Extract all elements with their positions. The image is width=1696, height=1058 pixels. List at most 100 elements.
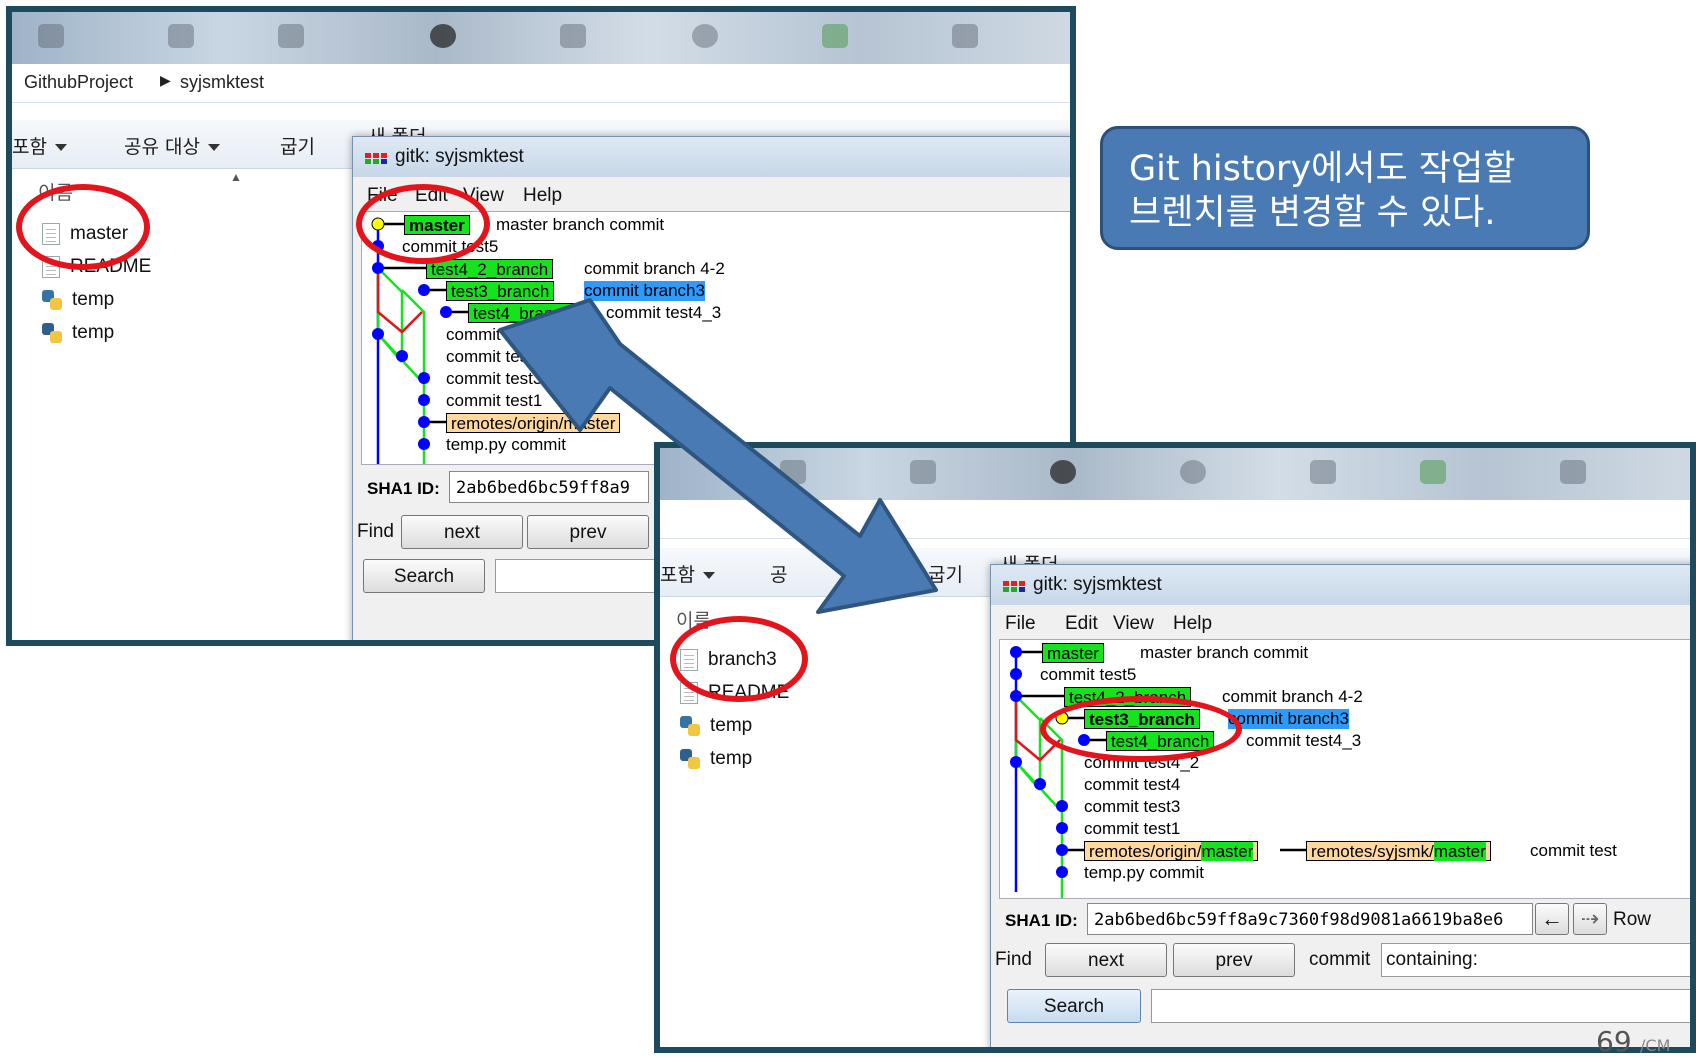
page-number-suffix: /CM	[1640, 1036, 1671, 1055]
row-label: Row	[1613, 909, 1652, 930]
commit-dot	[372, 262, 384, 274]
menu-edit[interactable]: Edit	[1065, 613, 1098, 635]
branch-tag-master[interactable]: master	[1042, 643, 1104, 663]
commit-dot	[1056, 844, 1068, 856]
page-number: 69	[1596, 1025, 1632, 1058]
blurred-titlebar	[660, 448, 1690, 500]
highlight-ellipse-master-branch	[356, 184, 490, 264]
next-button[interactable]: next	[401, 515, 523, 549]
commit-label: commit	[1309, 949, 1371, 970]
commit-message[interactable]: master branch commit	[496, 215, 664, 235]
next-button[interactable]: next	[1045, 943, 1167, 977]
find-label: Find	[357, 521, 394, 542]
search-input[interactable]	[1151, 989, 1690, 1023]
commit-message[interactable]: temp.py commit	[446, 435, 566, 455]
sha1-field[interactable]: 2ab6bed6bc59ff8a9	[449, 471, 649, 503]
sha1-field[interactable]: 2ab6bed6bc59ff8a9c7360f98d9081a6619ba8e6	[1087, 903, 1533, 935]
search-input[interactable]	[495, 559, 655, 593]
menu-help[interactable]: Help	[1173, 613, 1212, 635]
commit-dot	[1010, 668, 1022, 680]
search-button[interactable]: Search	[1007, 989, 1141, 1023]
remote-tag-syjsmk-master[interactable]: remotes/syjsmk/master	[1306, 841, 1491, 861]
list-item[interactable]: temp	[42, 286, 114, 314]
find-label: Find	[995, 949, 1032, 970]
commit-message[interactable]: commit test1	[1084, 819, 1180, 839]
commit-dot	[418, 394, 430, 406]
commit-message-highlighted[interactable]: commit branch3	[584, 281, 705, 301]
branch-tag-test4-2[interactable]: test4_2_branch	[426, 259, 554, 279]
commit-dot	[1010, 756, 1022, 768]
highlight-ellipse-master-file	[16, 184, 150, 270]
commit-message[interactable]: commit test3	[1084, 797, 1180, 817]
commit-message[interactable]: commit test4	[1084, 775, 1180, 795]
python-file-icon	[42, 289, 62, 310]
commit-message[interactable]: commit test4_3	[606, 303, 721, 323]
gitk-app-icon	[1003, 581, 1025, 593]
prev-button[interactable]: prev	[527, 515, 649, 549]
forward-arrow-button[interactable]: ⇢	[1573, 903, 1607, 935]
toolbar-include-button[interactable]: 포함	[660, 560, 715, 587]
find-type-select[interactable]: containing:	[1381, 943, 1690, 977]
list-item[interactable]: temp	[680, 745, 752, 773]
highlight-ellipse-test3-branch	[1040, 696, 1242, 762]
commit-message[interactable]: commit test3	[446, 369, 542, 389]
menu-help[interactable]: Help	[523, 185, 562, 207]
commit-dot	[1010, 690, 1022, 702]
toolbar-share-button[interactable]: 공유 대상	[124, 132, 220, 159]
commit-message[interactable]: temp.py commit	[1084, 863, 1204, 883]
commit-message[interactable]: commit test	[1530, 841, 1617, 861]
commit-message[interactable]: commit test1	[446, 391, 542, 411]
commit-message[interactable]: commit branch 4-2	[584, 259, 725, 279]
prev-button[interactable]: prev	[1173, 943, 1295, 977]
commit-dot	[418, 438, 430, 450]
commit-dot	[440, 306, 452, 318]
breadcrumb-item[interactable]: syjsmktest	[180, 72, 264, 93]
menu-file[interactable]: File	[1005, 613, 1036, 635]
commit-message[interactable]: commit test5	[1040, 665, 1136, 685]
toolbar-include-button[interactable]: 포함	[12, 132, 67, 159]
commit-dot	[418, 284, 430, 296]
branch-tag-test3[interactable]: test3_branch	[446, 281, 555, 301]
commit-message[interactable]: master branch commit	[1140, 643, 1308, 663]
branch-tag-test4[interactable]: test4_branch	[468, 303, 577, 323]
list-item[interactable]: temp	[680, 712, 752, 740]
window-title: gitk: syjsmktest	[1033, 574, 1162, 595]
commit-dot	[418, 416, 430, 428]
search-button[interactable]: Search	[363, 559, 485, 593]
toolbar-burn-button[interactable]: 굽기	[928, 560, 963, 587]
commit-message[interactable]: commit branch 4-2	[1222, 687, 1363, 707]
sha1-label: SHA1 ID:	[367, 479, 440, 498]
window-title: gitk: syjsmktest	[395, 146, 524, 167]
address-bar[interactable]	[660, 500, 1690, 539]
commit-dot	[1056, 866, 1068, 878]
highlight-ellipse-branch3-file	[670, 616, 808, 702]
gitk-titlebar: gitk: syjsmktest	[991, 565, 1690, 605]
commit-graph[interactable]: master master branch commit commit test5…	[999, 639, 1690, 899]
toolbar-share-button[interactable]: 공	[770, 560, 787, 587]
address-bar[interactable]: GithubProject ▶ syjsmktest	[12, 64, 1070, 103]
toolbar-burn-button[interactable]: 굽기	[280, 132, 315, 159]
commit-dot	[1010, 646, 1022, 658]
commit-dot	[396, 350, 408, 362]
commit-message[interactable]: commit test4	[446, 347, 542, 367]
python-file-icon	[680, 715, 700, 736]
chevron-down-icon	[54, 144, 67, 151]
commit-message[interactable]: commit test4_3	[1246, 731, 1361, 751]
commit-message-highlighted[interactable]: commit branch3	[1228, 709, 1349, 729]
remote-tag-origin-master[interactable]: remotes/origin/master	[1084, 841, 1259, 861]
chevron-down-icon	[207, 144, 220, 151]
menu-bar: File Edit View Help	[999, 605, 1690, 639]
commit-dot	[1056, 822, 1068, 834]
commit-dot	[1034, 778, 1046, 790]
menu-view[interactable]: View	[1113, 613, 1154, 635]
remote-tag-origin-master[interactable]: remotes/origin/master	[446, 413, 621, 433]
list-item[interactable]: temp	[42, 319, 114, 347]
commit-message[interactable]: commit test4_2	[446, 325, 561, 345]
commit-dot	[418, 372, 430, 384]
callout-box: Git history에서도 작업할 브렌치를 변경할 수 있다.	[1100, 126, 1590, 250]
blurred-titlebar	[12, 12, 1070, 64]
commit-dot	[1056, 800, 1068, 812]
python-file-icon	[42, 322, 62, 343]
breadcrumb-item[interactable]: GithubProject	[24, 72, 133, 93]
back-arrow-button[interactable]: ←	[1535, 903, 1569, 935]
